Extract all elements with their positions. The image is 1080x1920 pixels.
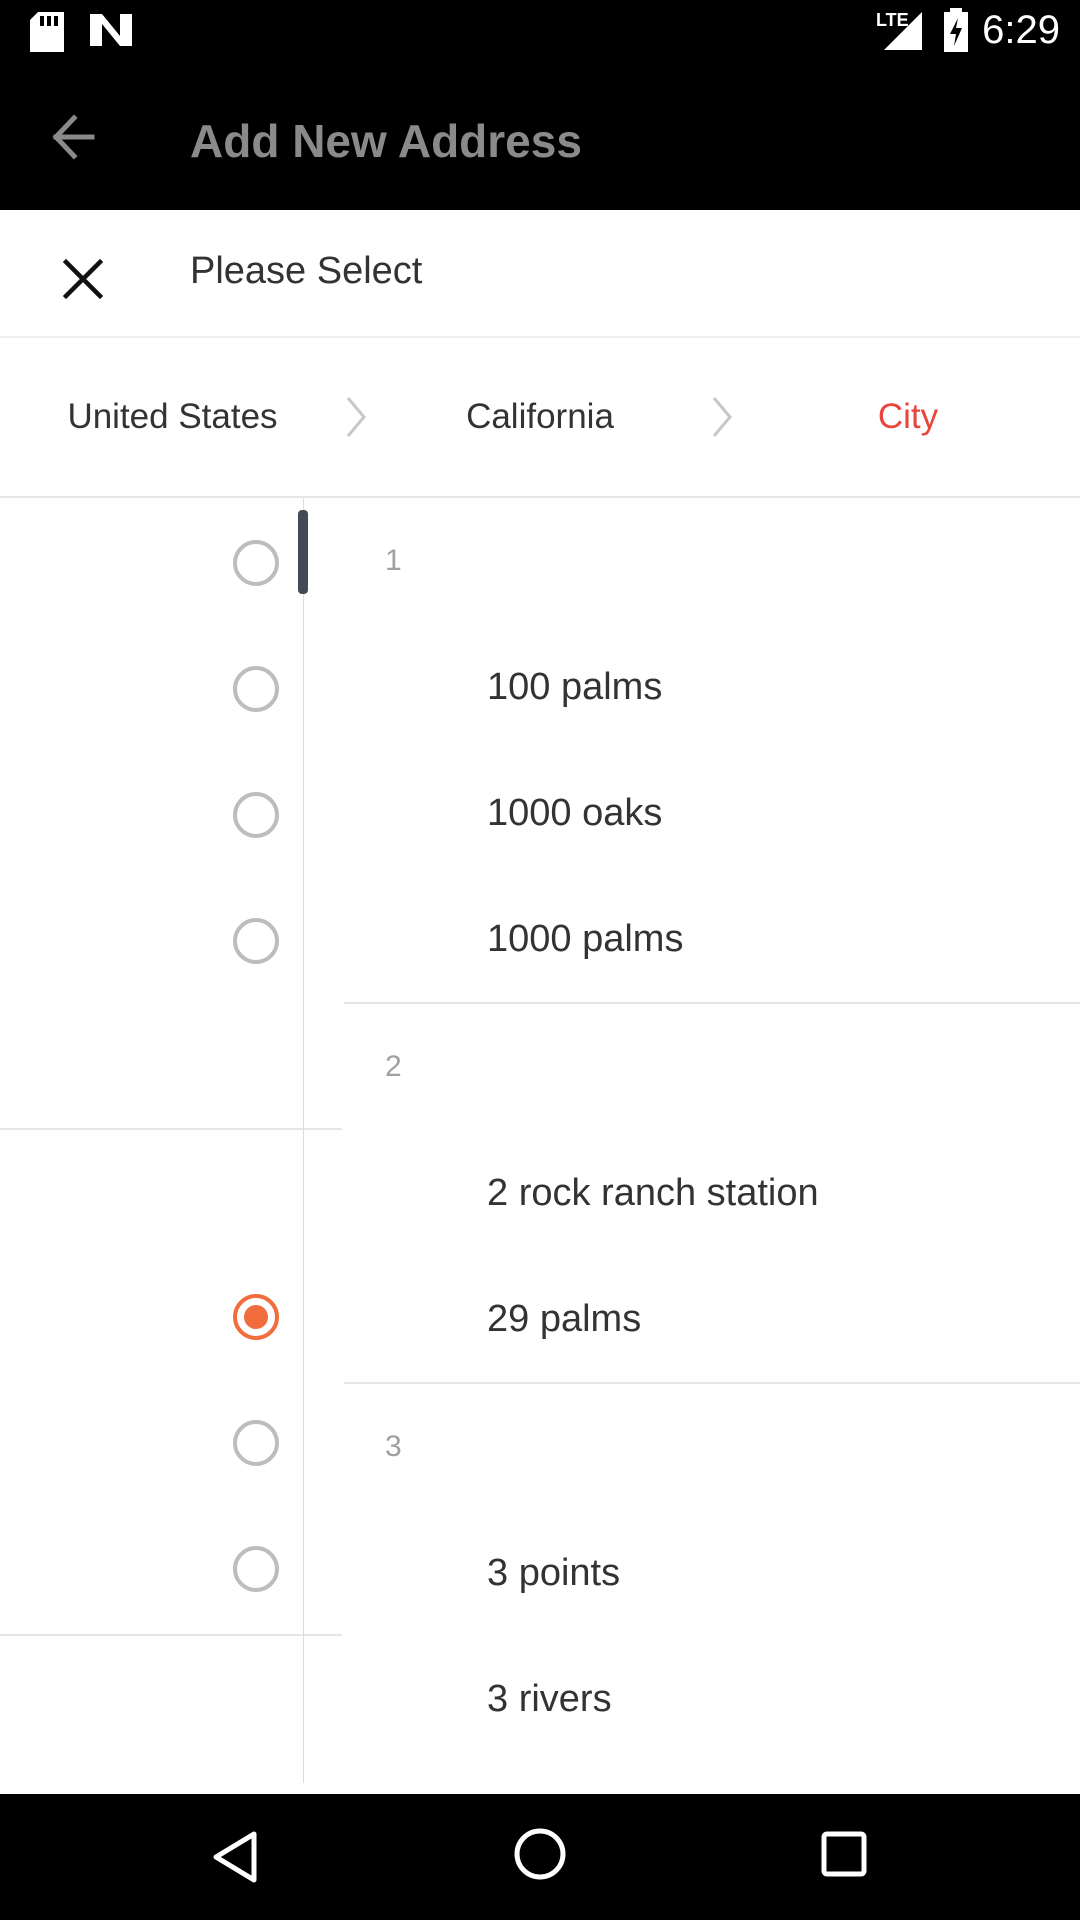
vertical-divider: [303, 498, 304, 1783]
radio-button[interactable]: [233, 540, 279, 586]
scrollbar-thumb[interactable]: [298, 510, 308, 594]
list-item[interactable]: 2 rock ranch station: [487, 1172, 819, 1215]
nav-bar: [0, 1794, 1080, 1920]
list-item[interactable]: 3 rivers: [487, 1678, 612, 1721]
breadcrumb-state[interactable]: California: [420, 338, 660, 496]
list-item[interactable]: 1000 palms: [487, 918, 683, 961]
group-header: 1: [385, 544, 402, 577]
radio-button[interactable]: [233, 666, 279, 712]
radio-column: [0, 498, 342, 1793]
list-item[interactable]: 29 palms: [487, 1298, 641, 1341]
divider: [0, 1128, 342, 1130]
lte-signal-icon: [884, 12, 922, 50]
radio-button-selected[interactable]: [233, 1294, 279, 1340]
status-time: 6:29: [982, 8, 1060, 52]
radio-button[interactable]: [233, 1420, 279, 1466]
close-x-icon: [62, 258, 104, 300]
close-button[interactable]: [58, 254, 108, 304]
divider: [0, 1634, 342, 1636]
city-list[interactable]: 1 100 palms 1000 oaks 1000 palms 2 2 roc…: [0, 498, 1080, 1793]
radio-button[interactable]: [233, 918, 279, 964]
chevron-right-icon: [346, 397, 366, 437]
chevron-right-icon: [712, 397, 732, 437]
home-circle-icon[interactable]: [512, 1826, 568, 1882]
list-item[interactable]: 1000 oaks: [487, 792, 662, 835]
recents-square-icon[interactable]: [820, 1830, 868, 1878]
status-bar: LTE 6:29: [0, 0, 1080, 64]
back-button[interactable]: [40, 102, 110, 172]
breadcrumb: United States California City: [0, 338, 1080, 498]
breadcrumb-city[interactable]: City: [808, 338, 1008, 496]
group-header: 3: [385, 1430, 402, 1463]
page-title: Add New Address: [190, 115, 582, 167]
n-app-icon: [90, 14, 132, 46]
radio-button[interactable]: [233, 1546, 279, 1592]
back-triangle-icon[interactable]: [210, 1830, 260, 1884]
list-item[interactable]: 3 points: [487, 1552, 620, 1595]
sheet-title: Please Select: [190, 250, 423, 292]
divider: [344, 1002, 1080, 1004]
arrow-left-icon: [52, 114, 95, 160]
list-item[interactable]: 100 palms: [487, 666, 662, 709]
sd-card-icon: [30, 12, 64, 52]
radio-button[interactable]: [233, 792, 279, 838]
breadcrumb-country[interactable]: United States: [40, 338, 305, 496]
app-bar: Add New Address: [0, 64, 1080, 210]
group-header: 2: [385, 1050, 402, 1083]
sheet-header: Please Select: [0, 210, 1080, 338]
divider: [344, 1382, 1080, 1384]
battery-charging-icon: [944, 8, 968, 52]
